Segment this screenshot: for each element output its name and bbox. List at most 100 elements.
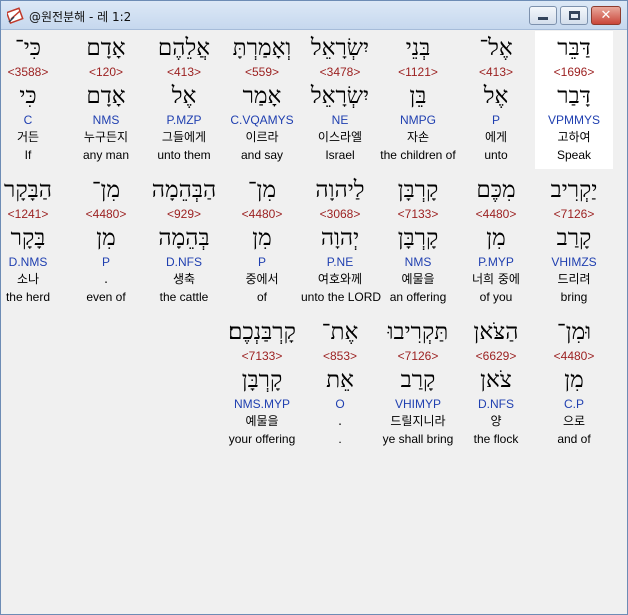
strong-number[interactable]: <7126> (535, 207, 613, 221)
word-cell[interactable]: אֶת־ <853> אֵת O.. (301, 315, 379, 453)
english-gloss: an offering (389, 290, 447, 304)
word-cell[interactable]: בְּנֵי <1121> בֵּן NMPG 자손 the children of (379, 31, 457, 169)
hebrew-word: הַבְּהֵמָה (151, 177, 217, 203)
close-button[interactable]: ✕ (591, 6, 621, 25)
word-cell[interactable]: תַּקְרִיבוּ <7126> קָרַב VHIMYP 드릴지니라 ye shal… (379, 315, 457, 453)
strong-number[interactable]: <7133> (379, 207, 457, 221)
app-window: @원전분해 - 레 1:2 ✕ דַּבֵּר <1696> דָּבַר VPMMY… (0, 0, 628, 615)
strong-number[interactable]: <1241> (0, 207, 67, 221)
parse-code: P (491, 113, 500, 127)
english-gloss: If (24, 148, 32, 162)
english-gloss: of you (479, 290, 513, 304)
parse-code: C (23, 113, 33, 127)
word-cell[interactable]: הַבָּקָר <1241> בָּקָר D.NMS 소나 the herd (0, 173, 67, 311)
word-cell[interactable]: וּמִן־ <4480> מִן C.P 으로 and of (535, 315, 613, 453)
korean-gloss: 너희 중에 (472, 272, 520, 286)
window-title: @원전분해 - 레 1:2 (29, 10, 132, 24)
english-gloss: the children of (380, 148, 456, 162)
title-bar[interactable]: @원전분해 - 레 1:2 ✕ (1, 1, 627, 30)
english-gloss: the flock (473, 432, 519, 446)
word-cell[interactable]: יִשְׂרָאֵל <3478> יִשְׂרָאֵל NE 이스라엘 Israel (301, 31, 379, 169)
word-cell[interactable]: אָדָם <120> אָדָם NMS 누구든지 any man (67, 31, 145, 169)
korean-gloss: 누구든지 (83, 130, 129, 144)
hebrew-root: אֶל (483, 83, 509, 109)
korean-gloss: 거든 (16, 130, 40, 144)
hebrew-word: דַּבֵּר (557, 35, 591, 61)
word-cell[interactable]: אֶל־ <413> אֶל P 에게 unto (457, 31, 535, 169)
english-gloss: any man (82, 148, 130, 162)
parse-code: VHIMZS (551, 255, 597, 269)
strong-number[interactable]: <4480> (67, 207, 145, 221)
hebrew-root: בָּקָר (10, 225, 46, 251)
english-gloss: unto the LORD (301, 290, 382, 304)
strong-number[interactable]: <3068> (301, 207, 379, 221)
maximize-button[interactable] (560, 6, 588, 25)
korean-gloss: 고하여 (557, 130, 591, 144)
minimize-button[interactable] (529, 6, 557, 25)
word-cell[interactable]: אֲלֵהֶם <413> אֶל P.MZP 그들에게 unto them (145, 31, 223, 169)
korean-gloss: 양 (490, 414, 502, 428)
hebrew-word: אֶת־ (321, 319, 359, 345)
word-cell[interactable]: מִכֶּם <4480> מִן P.MYP 너희 중에 of you (457, 173, 535, 311)
strong-number[interactable]: <4480> (457, 207, 535, 221)
hebrew-word: הַבָּקָר (4, 177, 52, 203)
hebrew-word: מִכֶּם (476, 177, 516, 203)
strong-number[interactable]: <1121> (379, 65, 457, 79)
app-icon (7, 7, 24, 24)
strong-number[interactable]: <4480> (535, 349, 613, 363)
interlinear-panel: דַּבֵּר <1696> דָּבַר VPMMYS 고하여 Speak אֶל־ <41… (4, 31, 621, 609)
strong-number[interactable]: <559> (223, 65, 301, 79)
strong-number[interactable]: <3478> (301, 65, 379, 79)
word-cell[interactable]: קָרְבָּן <7133> קָרְבָּן NMS 예물을 an offering (379, 173, 457, 311)
parse-code: VHIMYP (394, 397, 441, 411)
english-gloss: of (256, 290, 267, 304)
english-gloss: unto them (157, 148, 211, 162)
word-cell[interactable]: מִן־ <4480> מִן P 중에서 of (223, 173, 301, 311)
word-cell[interactable]: הַצֹּאן <6629> צֹאן D.NFS 양 the flock (457, 315, 535, 453)
word-cell[interactable]: לַיהוָה <3068> יְהוָה P.NE 여호와께 unto the LORD (301, 173, 382, 311)
word-cell[interactable]: יַקְרִיב <7126> קָרַב VHIMZS 드리려 bring (535, 173, 613, 311)
hebrew-word: וְאָמַרְתָּ (232, 35, 292, 61)
korean-gloss: 예물을 (401, 272, 435, 286)
english-gloss: unto (484, 148, 508, 162)
hebrew-root: אָמַר (242, 83, 282, 109)
strong-number[interactable]: <3588> (0, 65, 67, 79)
hebrew-root: בְּהֵמָה (158, 225, 210, 251)
strong-number[interactable]: <929> (145, 207, 223, 221)
parse-code: P.MYP (478, 255, 514, 269)
close-icon: ✕ (600, 8, 612, 23)
hebrew-word: כִּי־ (14, 35, 42, 61)
english-gloss: Speak (556, 148, 592, 162)
parse-code: C.P (563, 397, 584, 411)
strong-number[interactable]: <1696> (535, 65, 613, 79)
strong-number[interactable]: <413> (145, 65, 223, 79)
word-cell[interactable]: וְאָמַרְתָּ <559> אָמַר C.VQAMYS 이르라 and say (223, 31, 301, 169)
strong-number[interactable]: <853> (301, 349, 379, 363)
hebrew-root: קָרַב (556, 225, 592, 251)
korean-gloss: . (338, 414, 342, 428)
english-gloss: the cattle (159, 290, 209, 304)
hebrew-word: לַיהוָה (315, 177, 365, 203)
strong-number[interactable]: <7133> (223, 349, 301, 363)
korean-gloss: 그들에게 (161, 130, 207, 144)
strong-number[interactable]: <7126> (379, 349, 457, 363)
strong-number[interactable]: <6629> (457, 349, 535, 363)
minimize-icon (538, 17, 548, 20)
strong-number[interactable]: <413> (457, 65, 535, 79)
hebrew-root: מִן (564, 367, 584, 393)
parse-code: NMS (404, 255, 432, 269)
hebrew-word: מִן־ (91, 177, 121, 203)
verse-row: דַּבֵּר <1696> דָּבַר VPMMYS 고하여 Speak אֶל־ <41… (7, 31, 621, 169)
word-cell[interactable]: מִן־ <4480> מִן P. even of (67, 173, 145, 311)
english-gloss: ye shall bring (382, 432, 454, 446)
word-cell[interactable]: כִּי־ <3588> כִּי C 거든 If (0, 31, 67, 169)
word-cell[interactable]: דַּבֵּר <1696> דָּבַר VPMMYS 고하여 Speak (535, 31, 613, 169)
hebrew-root: אֶל (171, 83, 197, 109)
parse-code: D.NFS (478, 397, 514, 411)
strong-number[interactable]: <4480> (223, 207, 301, 221)
strong-number[interactable]: <120> (67, 65, 145, 79)
english-gloss: bring (560, 290, 588, 304)
word-cell[interactable]: הַבְּהֵמָה <929> בְּהֵמָה D.NFS 생축 the cattle (145, 173, 223, 311)
parse-code: VPMMYS (547, 113, 600, 127)
word-cell[interactable]: קָרְבַּנְכֶם׃ <7133> קָרְבָּן NMS.MYP 예물을 you… (223, 315, 301, 453)
